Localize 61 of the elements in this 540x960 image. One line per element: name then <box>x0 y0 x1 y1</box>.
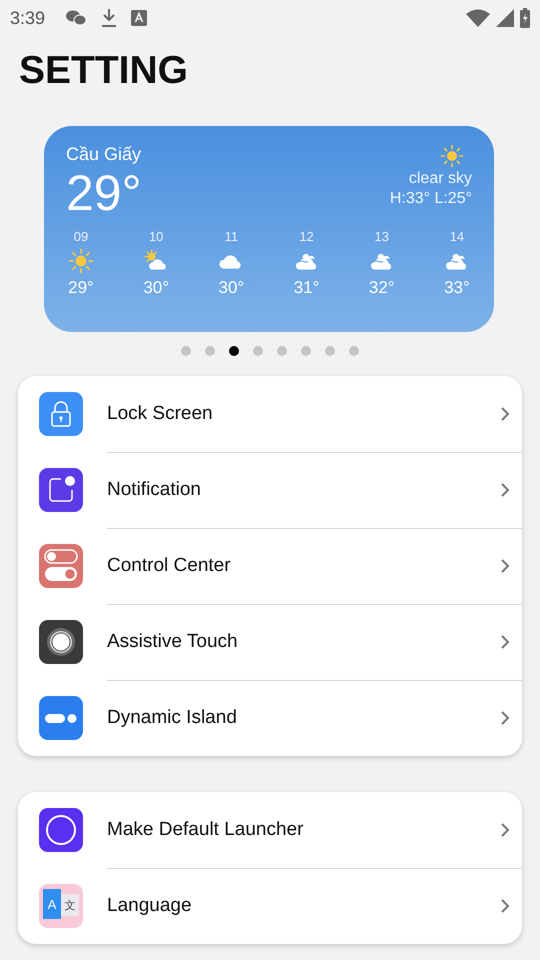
chevron-icon <box>500 406 510 422</box>
weather-condition: clear sky <box>408 170 472 188</box>
high-low-temperature: H:33° L:25° <box>390 190 472 208</box>
forecast-temperature: 33° <box>444 278 470 298</box>
forecast-hour: 09 <box>74 229 88 244</box>
chevron-icon <box>500 482 510 498</box>
forecast-hour: 10 <box>148 229 164 244</box>
setting-label: Dynamic Island <box>107 707 238 729</box>
page-dot[interactable] <box>205 346 215 356</box>
toggles-icon <box>39 544 83 588</box>
settings-row[interactable]: Make Default Launcher <box>18 792 522 868</box>
wifi-icon <box>466 9 490 27</box>
forecast-temperature: 30° <box>218 278 244 298</box>
sun-icon <box>440 144 464 168</box>
location-name: Cầu Giấy <box>66 144 142 165</box>
chevron-icon <box>500 898 510 914</box>
settings-row[interactable]: Lock Screen <box>18 376 522 452</box>
setting-label: Notification <box>107 478 202 500</box>
page-dot[interactable] <box>349 346 359 356</box>
forecast-temperature: 29° <box>68 278 94 298</box>
status-time: 3:39 <box>10 8 46 28</box>
forecast-temperature: 32° <box>368 278 395 298</box>
settings-row[interactable]: Assistive Touch <box>18 604 522 680</box>
sun-icon <box>68 248 94 274</box>
page-dot[interactable] <box>253 346 263 356</box>
forecast-hour: 13 <box>374 229 389 244</box>
setting-label: Language <box>107 895 193 917</box>
page-dot[interactable] <box>301 346 311 356</box>
touch-icon <box>39 620 83 664</box>
chevron-icon <box>500 822 510 838</box>
page-dot[interactable] <box>277 346 287 356</box>
current-temperature: 29° <box>66 165 142 221</box>
page-dot[interactable] <box>229 346 239 356</box>
keyboard-icon <box>131 10 148 26</box>
settings-row[interactable]: Notification <box>18 452 522 528</box>
download-icon <box>101 8 118 28</box>
notification-icon <box>39 468 83 512</box>
battery-icon <box>520 8 530 28</box>
chevron-icon <box>500 558 510 574</box>
forecast-temperature: 30° <box>143 278 170 298</box>
island-icon <box>39 696 83 740</box>
forecast-temperature: 31° <box>294 278 320 298</box>
settings-row[interactable]: Control Center <box>18 528 522 604</box>
chevron-icon <box>500 710 510 726</box>
page-dot[interactable] <box>325 346 335 356</box>
forecast-hour: 11 <box>224 229 238 244</box>
setting-label: Control Center <box>107 554 232 576</box>
page-dot[interactable] <box>181 346 191 356</box>
chat-icon <box>65 9 88 27</box>
setting-label: Lock Screen <box>107 402 214 424</box>
settings-row[interactable]: Dynamic Island <box>18 680 522 756</box>
signal-icon <box>496 9 514 27</box>
setting-label: Make Default Launcher <box>107 818 304 840</box>
settings-row[interactable]: A 文 Language <box>18 868 522 944</box>
page-title: SETTING <box>19 48 190 94</box>
forecast-hour: 14 <box>450 229 464 244</box>
translate-icon: A 文 <box>39 884 83 928</box>
setting-label: Assistive Touch <box>107 630 239 652</box>
forecast-hour: 12 <box>299 229 314 244</box>
chevron-icon <box>500 634 510 650</box>
lock-icon <box>39 392 83 436</box>
